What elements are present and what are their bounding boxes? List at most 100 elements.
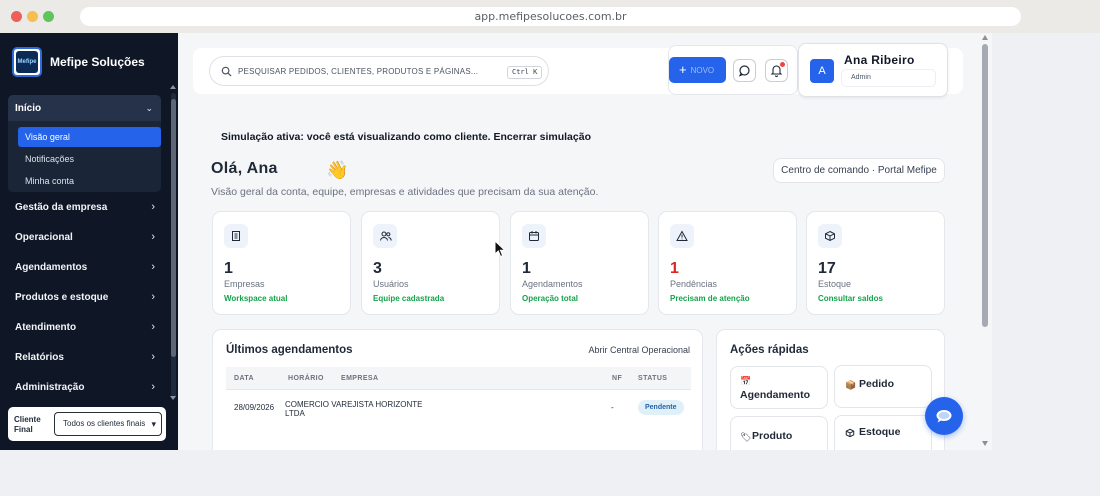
panel-title: Ações rápidas: [730, 344, 809, 356]
sidebar-item-operacional[interactable]: Operacional ›: [8, 227, 161, 249]
chevron-right-icon: ›: [151, 291, 155, 303]
command-center-button[interactable]: Centro de comando · Portal Mefipe: [773, 158, 945, 183]
quick-action-estoque[interactable]: Estoque: [834, 415, 932, 450]
package-icon: 📦: [845, 380, 857, 390]
stat-label: Agendamentos: [522, 279, 583, 289]
sidebar-item-agendamentos[interactable]: Agendamentos ›: [8, 257, 161, 279]
chevron-right-icon: ›: [151, 231, 155, 243]
scroll-up-icon[interactable]: [982, 35, 988, 40]
sidebar-scroll-down-icon[interactable]: [170, 396, 176, 400]
sidebar-item-visao-geral[interactable]: Visão geral: [18, 127, 161, 147]
client-select-value: Todos os clientes finais: [63, 419, 146, 428]
column-header-nf: NF: [612, 375, 623, 382]
nav-section-header-inicio[interactable]: Início ⌄: [8, 95, 161, 121]
calendar-icon: 📅: [740, 376, 752, 386]
chevron-right-icon: ›: [151, 351, 155, 363]
stat-value: 1: [224, 260, 233, 277]
page-scroll-thumb[interactable]: [982, 44, 988, 327]
messages-button[interactable]: [733, 59, 756, 82]
page-subtitle: Visão geral da conta, equipe, empresas e…: [211, 186, 599, 198]
sidebar-item-minha-conta[interactable]: Minha conta: [18, 171, 161, 191]
panel-title: Últimos agendamentos: [226, 344, 353, 356]
quick-actions-panel: Ações rápidas 📅 Agendamento 📦 Pedido 🏷 P…: [716, 329, 945, 450]
chevron-right-icon: ›: [151, 381, 155, 393]
stat-label: Estoque: [818, 279, 852, 289]
search-input[interactable]: PESQUISAR PEDIDOS, CLIENTES, PRODUTOS E …: [209, 56, 549, 86]
stat-value: 3: [373, 260, 382, 277]
chat-bubble-icon: [936, 410, 952, 423]
minimize-window-icon[interactable]: [27, 11, 38, 22]
sidebar-item-notificacoes[interactable]: Notificações: [18, 149, 161, 169]
sidebar-scroll-thumb[interactable]: [171, 99, 176, 357]
sidebar-item-label: Administração: [15, 382, 85, 393]
stat-sublabel: Workspace atual: [224, 294, 288, 303]
notification-dot: [780, 62, 785, 67]
stat-label: Pendências: [670, 279, 718, 289]
sidebar-item-gestao-empresa[interactable]: Gestão da empresa ›: [8, 197, 161, 219]
box-icon: [845, 428, 855, 438]
client-filter-label: Cliente Final: [14, 415, 41, 434]
maximize-window-icon[interactable]: [43, 11, 54, 22]
user-menu[interactable]: A Ana Ribeiro Admin: [798, 43, 948, 97]
sidebar-item-label: Gestão da empresa: [15, 202, 108, 213]
simulation-notice[interactable]: Simulação ativa: você está visualizando …: [221, 131, 591, 143]
stat-sublabel: Equipe cadastrada: [373, 294, 445, 303]
stat-card-estoque[interactable]: 17 Estoque Consultar saldos: [806, 211, 945, 315]
stat-card-pendencias[interactable]: 1 Pendências Precisam de atenção: [658, 211, 797, 315]
column-header-status: STATUS: [638, 375, 668, 382]
avatar: A: [810, 59, 834, 83]
quick-action-produto[interactable]: 🏷 Produto: [730, 416, 828, 450]
sidebar-scrollbar[interactable]: [171, 93, 176, 399]
new-button-label: NOVO: [690, 66, 715, 75]
mouse-cursor-icon: [494, 240, 506, 258]
scroll-down-icon[interactable]: [982, 441, 988, 446]
stat-card-usuarios[interactable]: 3 Usuários Equipe cadastrada: [361, 211, 500, 315]
sidebar-item-label: Produtos e estoque: [15, 292, 109, 303]
sidebar-item-relatorios[interactable]: Relatórios ›: [8, 347, 161, 369]
main-content: PESQUISAR PEDIDOS, CLIENTES, PRODUTOS E …: [178, 33, 978, 450]
stat-value: 17: [818, 260, 836, 277]
box-icon: [818, 224, 842, 248]
sidebar-item-label: Relatórios: [15, 352, 64, 363]
chevron-right-icon: ›: [151, 261, 155, 273]
chat-fab-button[interactable]: [925, 397, 963, 435]
quick-action-label: Pedido: [859, 378, 895, 390]
wave-icon: 👋: [326, 160, 349, 180]
notifications-button[interactable]: [765, 59, 788, 82]
chevron-right-icon: ›: [151, 321, 155, 333]
stat-sublabel: Operação total: [522, 294, 579, 303]
column-header-data: DATA: [234, 375, 255, 382]
page-scrollbar[interactable]: [980, 33, 990, 450]
quick-action-pedido[interactable]: 📦 Pedido: [834, 365, 932, 408]
stat-card-agendamentos[interactable]: 1 Agendamentos Operação total: [510, 211, 649, 315]
sidebar-item-administracao[interactable]: Administração ›: [8, 377, 161, 399]
brand-logo[interactable]: Mefipe: [12, 47, 42, 77]
client-select[interactable]: Todos os clientes finais ▾: [54, 412, 162, 436]
sidebar-item-label: Atendimento: [15, 322, 77, 333]
cell-date: 28/09/2026: [234, 403, 275, 412]
close-window-icon[interactable]: [11, 11, 22, 22]
sidebar-scroll-up-icon[interactable]: [170, 85, 176, 89]
brand-name: Mefipe Soluções: [50, 55, 145, 69]
search-icon: [221, 66, 232, 77]
user-role: Admin: [841, 69, 936, 87]
column-header-horario: HORÁRIO: [288, 375, 324, 382]
sidebar-item-label: Operacional: [15, 232, 73, 243]
sidebar-item-label: Agendamentos: [15, 262, 88, 273]
table-header: DATA HORÁRIO EMPRESA NF STATUS: [226, 367, 691, 389]
sidebar-item-produtos-estoque[interactable]: Produtos e estoque ›: [8, 287, 161, 309]
stat-sublabel: Precisam de atenção: [670, 294, 750, 303]
open-operations-link[interactable]: Abrir Central Operacional: [588, 345, 690, 355]
building-icon: [224, 224, 248, 248]
address-bar[interactable]: app.mefipesolucoes.com.br: [80, 7, 1021, 26]
stat-card-empresas[interactable]: 1 Empresas Workspace atual: [212, 211, 351, 315]
search-placeholder: PESQUISAR PEDIDOS, CLIENTES, PRODUTOS E …: [238, 67, 479, 76]
quick-action-label: Estoque: [859, 426, 901, 438]
user-name: Ana Ribeiro: [844, 53, 915, 67]
quick-action-label: Agendamento: [740, 389, 811, 401]
table-divider: [226, 389, 691, 390]
users-icon: [373, 224, 397, 248]
sidebar-item-atendimento[interactable]: Atendimento ›: [8, 317, 161, 339]
quick-action-agendamento[interactable]: 📅 Agendamento: [730, 366, 828, 409]
new-button[interactable]: + NOVO: [669, 57, 726, 83]
